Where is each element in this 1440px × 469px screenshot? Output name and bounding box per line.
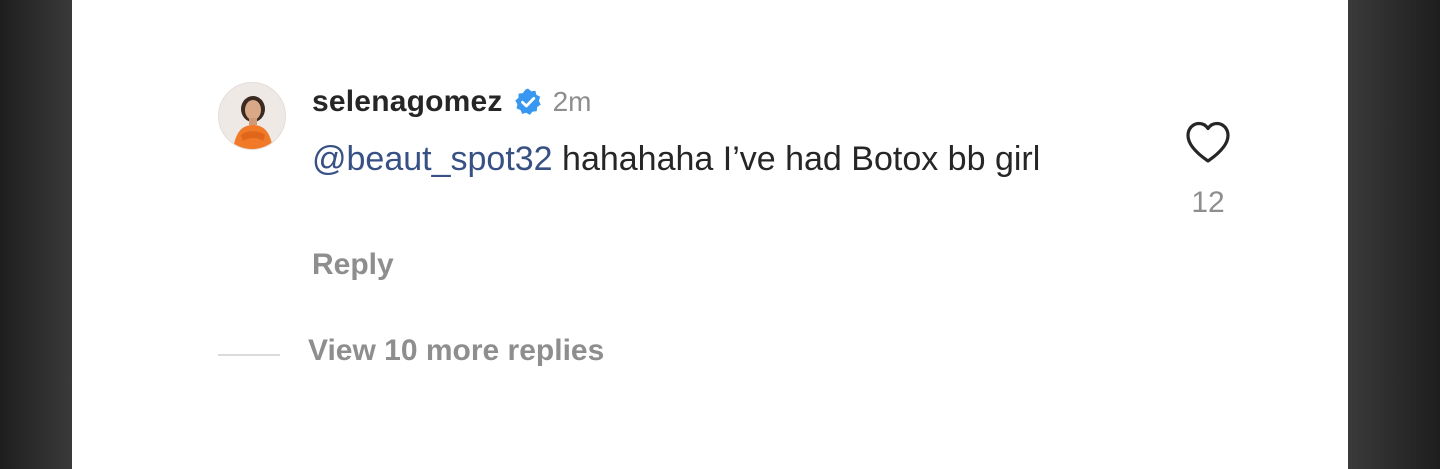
view-more-replies-button[interactable]: View 10 more replies bbox=[308, 334, 604, 368]
mention-link[interactable]: @beaut_spot32 bbox=[312, 140, 553, 178]
replies-divider-line bbox=[218, 354, 280, 356]
comment-timestamp: 2m bbox=[552, 86, 592, 117]
comment-header: selenagomez 2m bbox=[312, 82, 592, 122]
comment-card bbox=[72, 0, 1348, 469]
username[interactable]: selenagomez bbox=[312, 85, 503, 119]
verified-badge-icon bbox=[513, 87, 543, 117]
reply-button[interactable]: Reply bbox=[312, 248, 394, 282]
like-count: 12 bbox=[1191, 186, 1225, 219]
heart-icon[interactable] bbox=[1184, 120, 1232, 164]
comment-text: hahahaha I’ve had Botox bb girl bbox=[552, 140, 1041, 178]
avatar[interactable] bbox=[218, 82, 286, 150]
comment-body: @beaut_spot32 hahahaha I’ve had Botox bb… bbox=[312, 136, 1152, 182]
screenshot-frame: selenagomez 2m @beaut_spot32 hahahaha I’… bbox=[0, 0, 1440, 469]
